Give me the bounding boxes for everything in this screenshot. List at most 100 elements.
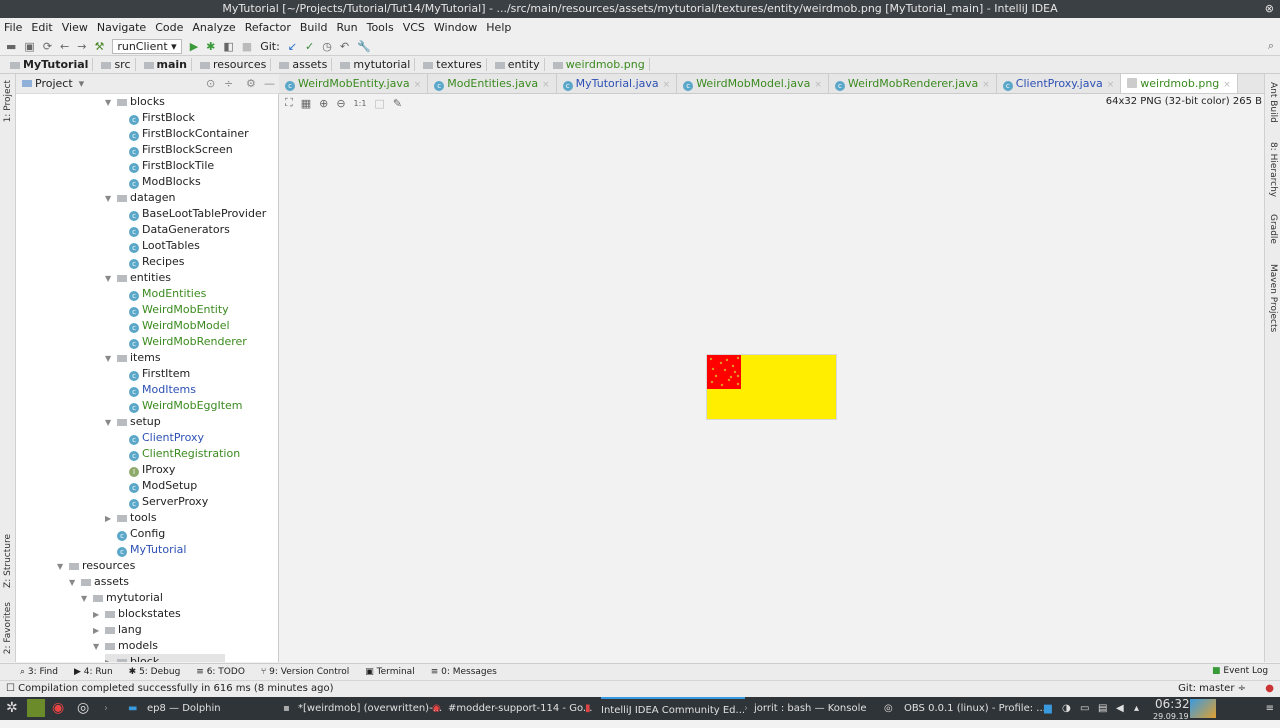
tool-window-debug[interactable]: ✱ 5: Debug <box>129 667 181 677</box>
tree-item-modentities[interactable]: c ModEntities <box>129 286 206 302</box>
open-icon[interactable]: ▬ <box>6 40 16 53</box>
git-history-icon[interactable]: ◷ <box>322 40 332 53</box>
tree-item-firstitem[interactable]: c FirstItem <box>129 366 190 382</box>
tree-item-entities[interactable]: ▼ entities <box>105 270 171 286</box>
event-log-button[interactable]: ■ Event Log <box>1212 666 1268 676</box>
breadcrumb-item[interactable]: weirdmob.png <box>549 58 650 71</box>
ant-build-tool-button[interactable]: Ant Build <box>1268 82 1278 123</box>
collapse-arrow-icon[interactable]: ▶ <box>93 607 105 623</box>
tree-item-lang[interactable]: ▶ lang <box>93 622 142 638</box>
collapse-arrow-icon[interactable]: ▶ <box>105 655 117 662</box>
breadcrumb-item[interactable]: entity <box>491 58 545 71</box>
task-intellij[interactable]: IntelliJ IDEA Community Ed... <box>601 697 746 722</box>
tree-item-moditems[interactable]: c ModItems <box>129 382 196 398</box>
breadcrumb-item[interactable]: assets <box>275 58 333 71</box>
project-view-select[interactable]: Project <box>35 77 73 90</box>
tab-modentities-java[interactable]: c ModEntities.java × <box>428 74 557 93</box>
menu-tools[interactable]: Tools <box>367 21 394 34</box>
search-icon[interactable]: ⌕ <box>1268 39 1274 53</box>
menu-run[interactable]: Run <box>337 21 358 34</box>
run-icon[interactable]: ▶ <box>190 40 198 53</box>
notes-tray-icon[interactable]: ▆ <box>1044 697 1052 720</box>
tree-item-assets[interactable]: ▼ assets <box>69 574 129 590</box>
tab-weirdmob-png[interactable]: weirdmob.png × <box>1121 74 1238 93</box>
tree-item-weirdmobeggitem[interactable]: c WeirdMobEggItem <box>129 398 243 414</box>
menu-analyze[interactable]: Analyze <box>192 21 235 34</box>
settings-icon[interactable]: 🔧 <box>357 40 371 53</box>
expand-arrow-icon[interactable]: ▼ <box>93 639 105 655</box>
collapse-icon[interactable]: ÷ <box>224 77 233 90</box>
expand-arrow-icon[interactable]: ▼ <box>105 191 117 207</box>
zoom-in-icon[interactable]: ⊕ <box>319 97 328 110</box>
build-icon[interactable]: ⚒ <box>94 40 104 53</box>
menu-build[interactable]: Build <box>300 21 328 34</box>
tree-item-blocks[interactable]: ▼ blocks <box>105 94 165 110</box>
breadcrumb-item[interactable]: textures <box>419 58 487 71</box>
git-update-icon[interactable]: ↙ <box>288 40 297 53</box>
close-tab-icon[interactable]: × <box>1107 80 1115 90</box>
expand-arrow-icon[interactable]: ▼ <box>105 351 117 367</box>
obs-icon[interactable]: ◎ <box>77 697 89 720</box>
git-revert-icon[interactable]: ↶ <box>340 40 349 53</box>
tree-item-tools[interactable]: ▶ tools <box>105 510 157 526</box>
gear-icon[interactable]: ⚙ <box>246 77 256 90</box>
tree-item-firstblockscreen[interactable]: c FirstBlockScreen <box>129 142 233 158</box>
tool-window-run[interactable]: ▶ 4: Run <box>74 667 113 677</box>
project-tool-button[interactable]: 1: Project <box>3 80 13 122</box>
close-tab-icon[interactable]: × <box>982 80 990 90</box>
tab-weirdmobrenderer-java[interactable]: c WeirdMobRenderer.java × <box>829 74 997 93</box>
chrome-icon[interactable]: ◉ <box>52 697 64 720</box>
hide-icon[interactable]: — <box>264 77 275 90</box>
actual-size-button[interactable]: 1:1 <box>354 99 367 108</box>
close-tab-icon[interactable]: × <box>414 80 422 90</box>
tree-item-resources[interactable]: ▼ resources <box>57 558 135 574</box>
expand-tray-icon[interactable]: ▴ <box>1134 697 1139 720</box>
tree-item-weirdmobentity[interactable]: c WeirdMobEntity <box>129 302 229 318</box>
tree-item-block[interactable]: ▶ block <box>105 654 225 662</box>
grid-icon[interactable]: ▦ <box>301 97 311 110</box>
battery-tray-icon[interactable]: ▤ <box>1098 697 1107 720</box>
close-tab-icon[interactable]: × <box>1223 80 1231 90</box>
tree-item-datagen[interactable]: ▼ datagen <box>105 190 176 206</box>
tab-clientproxy-java[interactable]: c ClientProxy.java × <box>997 74 1122 93</box>
update-tray-icon[interactable]: ◑ <box>1062 697 1071 720</box>
tree-item-config[interactable]: c Config <box>117 526 165 542</box>
tool-window-terminal[interactable]: ▣ Terminal <box>365 667 414 677</box>
debug-icon[interactable]: ✱ <box>206 40 215 53</box>
maven-tool-button[interactable]: Maven Projects <box>1268 264 1278 332</box>
breadcrumb-item[interactable]: mytutorial <box>336 58 416 71</box>
gradle-tool-button[interactable]: Gradle <box>1268 214 1278 244</box>
git-commit-icon[interactable]: ✓ <box>305 40 314 53</box>
expand-arrow-icon[interactable]: ▼ <box>57 559 69 575</box>
tree-item-mytutorial[interactable]: c MyTutorial <box>117 542 186 558</box>
tree-item-loottables[interactable]: c LootTables <box>129 238 200 254</box>
tree-item-mytutorial[interactable]: ▼ mytutorial <box>81 590 163 606</box>
close-tab-icon[interactable]: × <box>663 80 671 90</box>
tool-window-messages[interactable]: ≡ 0: Messages <box>431 667 497 677</box>
tree-item-items[interactable]: ▼ items <box>105 350 161 366</box>
expand-arrow-icon[interactable]: ▼ <box>81 591 93 607</box>
menu-vcs[interactable]: VCS <box>403 21 425 34</box>
menu-window[interactable]: Window <box>434 21 477 34</box>
breadcrumb-item[interactable]: MyTutorial <box>6 58 94 71</box>
forward-icon[interactable]: → <box>77 40 86 53</box>
stop-icon[interactable]: ■ <box>242 40 252 53</box>
back-icon[interactable]: ← <box>60 40 69 53</box>
task-dolphin[interactable]: ep8 — Dolphin <box>147 697 221 720</box>
task-image-editor[interactable]: *[weirdmob] (overwritten)-... <box>298 697 442 720</box>
tree-item-modblocks[interactable]: c ModBlocks <box>129 174 201 190</box>
menu-edit[interactable]: Edit <box>31 21 52 34</box>
tree-item-clientproxy[interactable]: c ClientProxy <box>129 430 204 446</box>
clipboard-tray-icon[interactable]: ▭ <box>1080 697 1089 720</box>
tree-item-datagenerators[interactable]: c DataGenerators <box>129 222 230 238</box>
menu-code[interactable]: Code <box>155 21 183 34</box>
task-chrome[interactable]: #modder-support-114 - Go... <box>448 697 592 720</box>
kde-menu-icon[interactable]: ✲ <box>6 697 18 720</box>
tree-item-blockstates[interactable]: ▶ blockstates <box>93 606 181 622</box>
favorites-tool-button[interactable]: 2: Favorites <box>3 602 13 654</box>
menu-refactor[interactable]: Refactor <box>245 21 291 34</box>
tab-weirdmobentity-java[interactable]: c WeirdMobEntity.java × <box>279 74 429 93</box>
konsole-launcher-icon[interactable]: › <box>104 697 108 720</box>
run-config-select[interactable]: runClient ▾ <box>112 38 182 54</box>
sync-icon[interactable]: ⟳ <box>43 40 52 53</box>
